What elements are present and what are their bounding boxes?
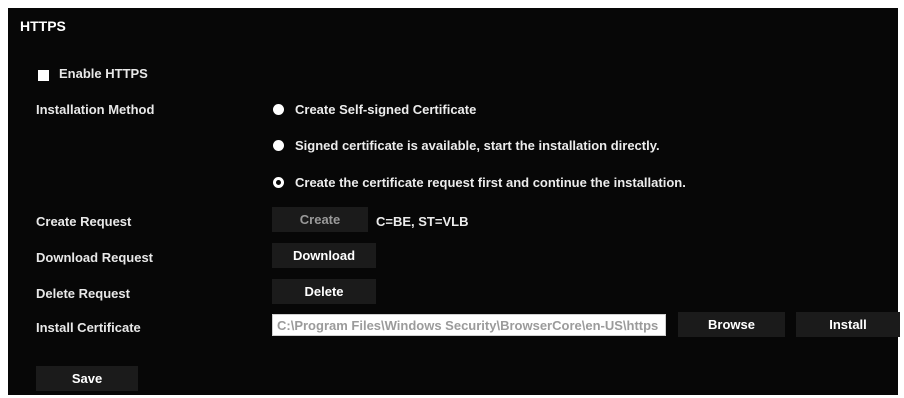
radio-option-label: Create Self-signed Certificate xyxy=(295,102,477,117)
radio-button-selected[interactable] xyxy=(273,177,284,188)
browse-button[interactable]: Browse xyxy=(678,312,785,337)
certificate-subject-value: C=BE, ST=VLB xyxy=(376,214,469,229)
download-request-label: Download Request xyxy=(36,250,154,265)
radio-button[interactable] xyxy=(273,140,284,151)
radio-option-create-request-first[interactable]: Create the certificate request first and… xyxy=(273,175,686,190)
https-settings-panel: HTTPS Enable HTTPS Installation Method C… xyxy=(8,8,900,395)
delete-request-label: Delete Request xyxy=(36,286,130,301)
create-request-label: Create Request xyxy=(36,214,132,229)
enable-https-checkbox[interactable] xyxy=(38,70,49,81)
installation-method-label: Installation Method xyxy=(36,102,155,117)
enable-https-label: Enable HTTPS xyxy=(59,66,148,81)
install-button[interactable]: Install xyxy=(796,312,900,337)
radio-option-label: Create the certificate request first and… xyxy=(295,175,686,190)
radio-option-signed-available[interactable]: Signed certificate is available, start t… xyxy=(273,138,660,153)
radio-option-label: Signed certificate is available, start t… xyxy=(295,138,660,153)
certificate-path-input[interactable] xyxy=(272,314,666,336)
create-request-button[interactable]: Create xyxy=(272,207,368,232)
delete-request-button[interactable]: Delete xyxy=(272,279,376,304)
save-button[interactable]: Save xyxy=(36,366,138,391)
page-title: HTTPS xyxy=(20,18,66,34)
radio-button[interactable] xyxy=(273,104,284,115)
download-request-button[interactable]: Download xyxy=(272,243,376,268)
radio-option-self-signed[interactable]: Create Self-signed Certificate xyxy=(273,102,476,117)
install-certificate-label: Install Certificate xyxy=(36,320,141,335)
